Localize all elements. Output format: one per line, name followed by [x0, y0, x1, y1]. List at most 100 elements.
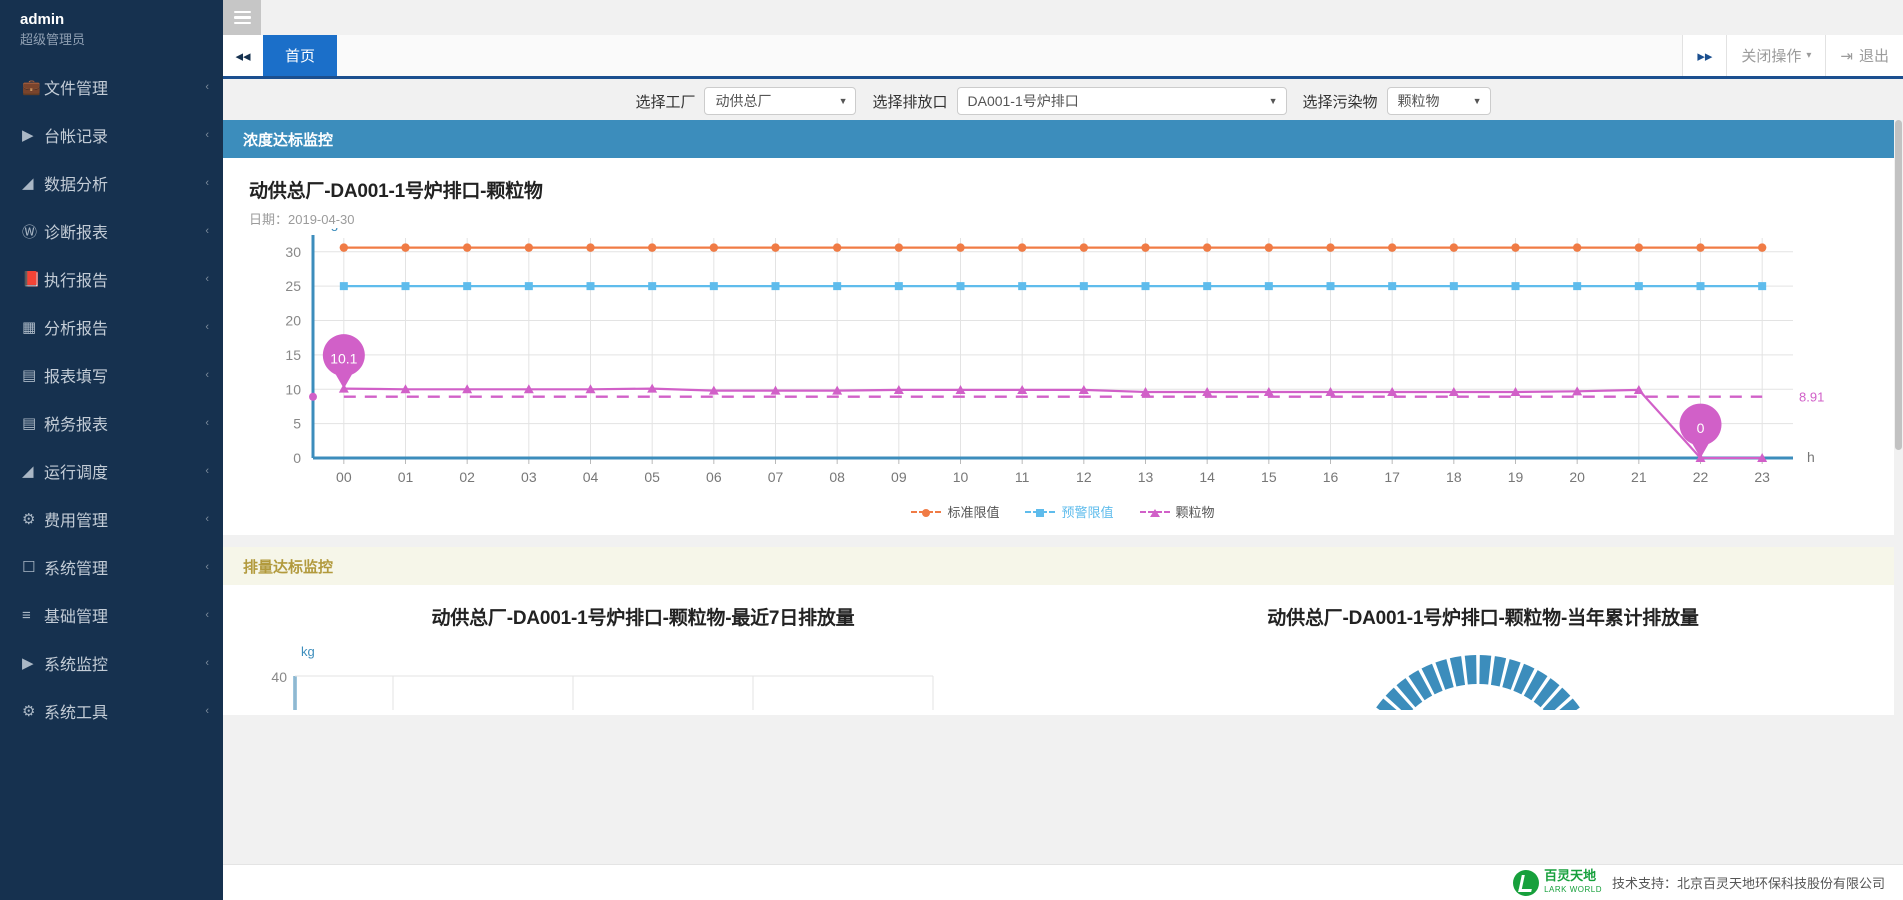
x-tick-label: 04	[583, 469, 599, 485]
scrollbar-thumb[interactable]	[1895, 120, 1902, 450]
sidebar-item-10[interactable]: ☐ 系统管理 ‹	[0, 543, 223, 591]
sidebar-item-label: 系统管理	[44, 561, 109, 578]
data-point	[1387, 243, 1397, 252]
sidebar-item-label: 基础管理	[44, 609, 109, 626]
sidebar-item-2[interactable]: ◢ 数据分析 ‹	[0, 159, 223, 207]
sidebar-item-5[interactable]: ▦ 分析报告 ‹	[0, 303, 223, 351]
chevron-down-icon: ▾	[1806, 50, 1812, 61]
data-point	[1511, 243, 1520, 252]
data-point	[647, 243, 657, 252]
concentration-chart-date: 日期：2019-04-30	[223, 203, 1903, 228]
data-point	[1141, 243, 1150, 252]
y-axis-unit-label: mg/m3	[319, 228, 362, 231]
outlet-select-value: DA001-1号炉排口	[967, 93, 1079, 109]
data-point	[1017, 243, 1027, 252]
chevron-left-icon: ‹	[205, 609, 209, 621]
gauge-segment	[1464, 655, 1477, 685]
value-balloon: 10.1	[322, 334, 365, 389]
footer: 百灵天地 LARK WORLD 技术支持：北京百灵天地环保科技股份有限公司	[223, 864, 1903, 900]
briefcase-icon: 💼	[22, 79, 41, 96]
data-point	[1141, 282, 1150, 291]
chevron-left-icon: ‹	[205, 273, 209, 285]
building-icon: ▤	[22, 367, 37, 384]
data-point	[1511, 282, 1520, 291]
factory-label: 选择工厂	[635, 93, 696, 111]
year-cumulative-emission-gauge[interactable]	[1063, 640, 1893, 779]
data-point	[1573, 282, 1582, 291]
data-point	[771, 243, 780, 252]
sidebar-item-label: 文件管理	[44, 81, 109, 98]
data-point	[1203, 282, 1212, 291]
chevron-left-icon: ‹	[205, 417, 209, 429]
outlet-select[interactable]: DA001-1号炉排口 ▼	[956, 87, 1287, 115]
factory-select-value: 动供总厂	[715, 93, 772, 109]
data-point	[1449, 243, 1459, 252]
data-point	[463, 282, 472, 291]
last-7-days-emission-chart[interactable]: kg 40	[223, 640, 1053, 710]
threshold-start-dot	[309, 392, 317, 401]
sidebar-item-4[interactable]: 📕 执行报告 ‹	[0, 255, 223, 303]
data-point	[586, 243, 595, 252]
sidebar-item-9[interactable]: ⚙ 费用管理 ‹	[0, 495, 223, 543]
data-point	[1449, 282, 1458, 291]
chevron-left-icon: ‹	[205, 657, 209, 669]
legend-item-2[interactable]: 颗粒物	[1139, 502, 1215, 521]
data-point	[1264, 243, 1274, 252]
tab-home[interactable]: 首页	[263, 35, 338, 76]
hamburger-icon[interactable]	[223, 0, 261, 35]
x-tick-label: 21	[1631, 469, 1647, 485]
last7days-emission-block: 动供总厂-DA001-1号炉排口-颗粒物-最近7日排放量 kg 40	[223, 585, 1063, 715]
sidebar-item-8[interactable]: ◢ 运行调度 ‹	[0, 447, 223, 495]
factory-select[interactable]: 动供总厂 ▼	[704, 87, 857, 115]
bar-y-tick-label: 40	[271, 669, 287, 685]
double-chevron-right-icon[interactable]: ▸▸	[1682, 35, 1727, 76]
vertical-scrollbar[interactable]	[1894, 120, 1903, 864]
sidebar-item-0[interactable]: 💼 文件管理 ‹	[0, 63, 223, 111]
y-tick-label: 10	[285, 381, 301, 397]
data-point	[1388, 282, 1397, 291]
chevron-left-icon: ‹	[205, 369, 209, 381]
logo-mark-icon	[1513, 869, 1540, 896]
data-point	[894, 282, 903, 291]
sidebar-item-6[interactable]: ▤ 报表填写 ‹	[0, 351, 223, 399]
sidebar-item-label: 运行调度	[44, 465, 109, 482]
word-file-icon: Ⓦ	[22, 223, 38, 241]
sidebar-item-1[interactable]: ▶ 台帐记录 ‹	[0, 111, 223, 159]
sidebar-item-7[interactable]: ▤ 税务报表 ‹	[0, 399, 223, 447]
date-value: 2019-04-30	[288, 212, 355, 227]
y-tick-label: 20	[285, 313, 301, 329]
legend-label: 颗粒物	[1175, 505, 1215, 520]
legend-line	[1139, 508, 1170, 517]
chevron-left-icon: ‹	[205, 705, 209, 717]
data-point	[709, 243, 719, 252]
sidebar-item-label: 系统工具	[44, 705, 109, 722]
data-point	[1264, 282, 1273, 291]
logout-button[interactable]: ⇥ 退出	[1825, 35, 1903, 76]
double-chevron-left-icon[interactable]: ◂◂	[223, 35, 263, 76]
sidebar-item-3[interactable]: Ⓦ 诊断报表 ‹	[0, 207, 223, 255]
data-point	[1202, 243, 1212, 252]
data-point	[1326, 243, 1335, 252]
concentration-panel-body: 动供总厂-DA001-1号炉排口-颗粒物 日期：2019-04-30 0 5 10 1…	[223, 158, 1903, 535]
video-camera-icon: ▶	[22, 127, 34, 144]
sidebar-item-label: 诊断报表	[44, 225, 109, 242]
pollutant-label: 选择污染物	[1302, 93, 1378, 111]
concentration-line-chart[interactable]: 05101520253000 01 02 03 04 05 06 07 08 09 10 11 12 13…	[223, 228, 1883, 498]
logout-label: 退出	[1858, 48, 1889, 65]
chevron-left-icon: ‹	[205, 81, 209, 93]
sidebar-item-13[interactable]: ⚙ 系统工具 ‹	[0, 687, 223, 735]
last7days-chart-title: 动供总厂-DA001-1号炉排口-颗粒物-最近7日排放量	[431, 608, 855, 629]
legend-item-0[interactable]: 标准限值	[911, 502, 999, 521]
filter-bar: 选择工厂 动供总厂 ▼ 选择排放口 DA001-1号炉排口 ▼ 选择污染物 颗粒…	[223, 82, 1903, 120]
legend-item-1[interactable]: 预警限值	[1025, 502, 1114, 521]
pollutant-select[interactable]: 颗粒物 ▼	[1386, 87, 1491, 115]
data-point	[401, 243, 410, 252]
y-tick-label: 0	[293, 450, 301, 466]
concentration-panel-title: 浓度达标监控	[243, 131, 334, 149]
sidebar-item-11[interactable]: ≡ 基础管理 ‹	[0, 591, 223, 639]
sidebar-item-12[interactable]: ▶ 系统监控 ‹	[0, 639, 223, 687]
x-tick-label: 23	[1754, 469, 1770, 485]
book-icon: 📕	[22, 271, 41, 288]
close-operations-button[interactable]: 关闭操作 ▾	[1726, 35, 1826, 76]
sidebar-item-label: 费用管理	[44, 513, 109, 530]
